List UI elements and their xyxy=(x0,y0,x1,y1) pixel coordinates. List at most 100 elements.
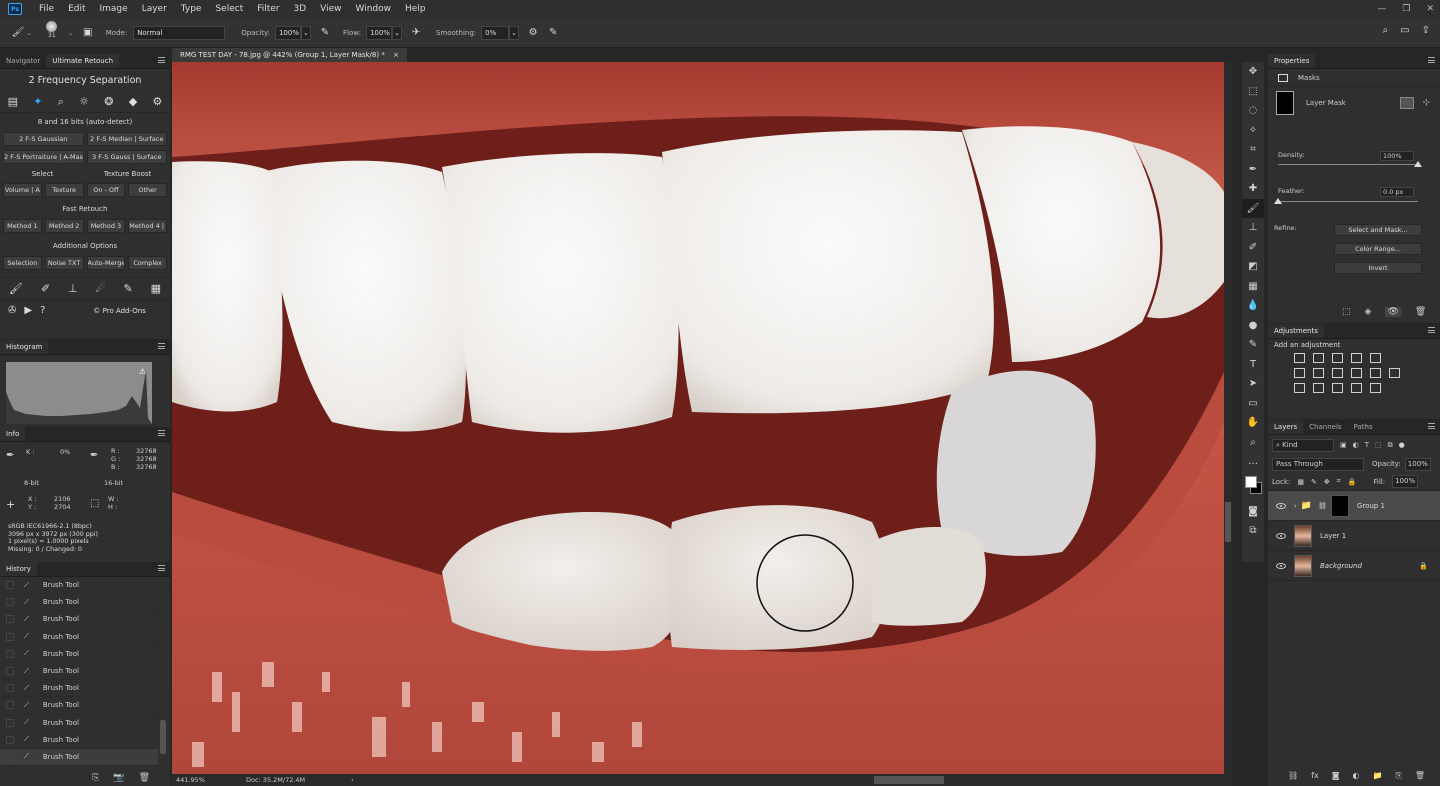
minimize-icon[interactable]: — xyxy=(1377,4,1386,14)
zoom-level[interactable]: 441.95% xyxy=(176,776,226,784)
fx-icon[interactable]: fx xyxy=(1311,771,1319,781)
color-circles-icon[interactable]: ❂ xyxy=(104,95,113,108)
aperture-icon[interactable]: ✇ xyxy=(8,305,16,316)
opacity-input[interactable]: 100% xyxy=(274,25,301,40)
texture-button[interactable]: Texture xyxy=(44,183,84,197)
rectangle-tool-icon[interactable]: ▭ xyxy=(1242,394,1264,414)
menu-view[interactable]: View xyxy=(313,4,348,14)
add-mask-icon[interactable]: ◙ xyxy=(1332,771,1340,781)
history-item[interactable]: ⟋ Brush Tool xyxy=(0,577,158,595)
grid-icon[interactable]: ▦ xyxy=(151,282,161,295)
mode-select[interactable]: Normal xyxy=(133,25,226,40)
tab-ultimate-retouch[interactable]: Ultimate Retouch xyxy=(46,54,120,68)
tab-channels[interactable]: Channels xyxy=(1303,420,1347,434)
chevron-down-icon[interactable]: ⌄ xyxy=(68,29,74,37)
tab-history[interactable]: History xyxy=(0,562,37,576)
feather-slider[interactable] xyxy=(1278,201,1418,202)
brush-icon[interactable]: 🖌 xyxy=(9,282,23,295)
history-snapshot-checkbox[interactable] xyxy=(6,718,14,727)
history-item[interactable]: ⟋ Brush Tool xyxy=(0,663,158,681)
menu-layer[interactable]: Layer xyxy=(135,4,174,14)
brush-preset-picker[interactable]: 31 xyxy=(42,20,62,45)
density-input[interactable]: 100% xyxy=(1380,151,1414,161)
lock-all-icon[interactable]: 🔒 xyxy=(1348,478,1357,486)
layer-row-layer-1[interactable]: Layer 1 xyxy=(1268,521,1440,551)
tab-layers[interactable]: Layers xyxy=(1268,420,1304,434)
type-filter-icon[interactable]: T xyxy=(1365,441,1369,449)
menu-image[interactable]: Image xyxy=(93,4,135,14)
hue-saturation-icon[interactable] xyxy=(1294,368,1305,378)
volume-button[interactable]: Volume | A xyxy=(3,183,42,197)
method-1-button[interactable]: Method 1 xyxy=(3,219,42,233)
canvas[interactable] xyxy=(172,62,1224,774)
sparkle-icon[interactable]: ✦ xyxy=(33,95,42,108)
history-brush-tool-icon[interactable]: ✐ xyxy=(1242,238,1264,258)
other-button[interactable]: Other xyxy=(128,183,167,197)
marquee-tool-icon[interactable]: ⬚ xyxy=(1242,82,1264,102)
feather-input[interactable]: 0.0 px xyxy=(1380,187,1414,197)
smart-object-filter-icon[interactable]: ⧉ xyxy=(1388,441,1393,450)
panel-menu-icon[interactable] xyxy=(158,57,165,63)
panel-menu-icon[interactable] xyxy=(158,343,165,349)
history-snapshot-checkbox[interactable] xyxy=(6,615,14,624)
foreground-color-swatch[interactable] xyxy=(1245,475,1257,488)
filter-toggle-icon[interactable]: ● xyxy=(1399,441,1405,449)
invert-button[interactable]: Invert xyxy=(1334,262,1422,274)
pixel-mask-icon[interactable] xyxy=(1400,97,1415,109)
camera-icon[interactable]: 📷 xyxy=(113,773,124,783)
vertical-scrollbar[interactable] xyxy=(1224,62,1232,774)
vertical-scroll-thumb[interactable] xyxy=(1225,502,1231,542)
tab-navigator[interactable]: Navigator xyxy=(0,54,46,68)
layer-row-background[interactable]: Background 🔒 xyxy=(1268,551,1440,581)
menu-3d[interactable]: 3D xyxy=(287,4,314,14)
visibility-eye-icon[interactable] xyxy=(1276,562,1286,569)
history-snapshot-checkbox[interactable] xyxy=(6,752,14,761)
selection-button[interactable]: Selection xyxy=(3,256,42,270)
menu-file[interactable]: File xyxy=(32,4,61,14)
trash-icon[interactable]: 🗑 xyxy=(1415,307,1426,317)
history-item[interactable]: ⟋ Brush Tool xyxy=(0,680,158,698)
flow-input[interactable]: 100% xyxy=(365,25,392,40)
fs-3-gauss-button[interactable]: 3 F-S Gauss | Surface xyxy=(86,150,167,164)
pen-tool-icon[interactable]: ✎ xyxy=(1242,335,1264,355)
history-snapshot-checkbox[interactable] xyxy=(6,701,14,710)
lock-position-icon[interactable]: ✥ xyxy=(1324,478,1330,486)
eye-icon[interactable]: 👁 xyxy=(1385,307,1401,317)
color-range-button[interactable]: Color Range... xyxy=(1334,243,1422,255)
healing-brush-tool-icon[interactable]: ✚ xyxy=(1242,179,1264,199)
history-snapshot-checkbox[interactable] xyxy=(6,667,14,676)
new-group-icon[interactable]: 📁 xyxy=(1372,771,1382,781)
crop-tool-icon[interactable]: ⌗ xyxy=(1242,140,1264,160)
link-layers-icon[interactable]: ⛓ xyxy=(1288,771,1298,781)
panel-menu-icon[interactable] xyxy=(1428,327,1435,333)
density-slider[interactable] xyxy=(1278,164,1418,165)
hand-tool-icon[interactable]: ✋ xyxy=(1242,413,1264,433)
pressure-size-icon[interactable]: ✎ xyxy=(545,25,561,41)
layer-row-group-1[interactable]: › 📁 ⛓ Group 1 xyxy=(1268,491,1440,521)
feather-slider-handle[interactable] xyxy=(1274,198,1282,204)
menu-type[interactable]: Type xyxy=(174,4,209,14)
quick-mask-icon[interactable]: ◙ xyxy=(1242,502,1264,522)
history-snapshot-checkbox[interactable] xyxy=(6,684,14,693)
path-selection-tool-icon[interactable]: ➤ xyxy=(1242,374,1264,394)
levels-icon[interactable] xyxy=(1313,353,1324,363)
noise-txt-button[interactable]: Noise TXT xyxy=(44,256,84,270)
load-selection-icon[interactable]: ⬚ xyxy=(1342,307,1351,317)
lock-transparent-icon[interactable]: ▦ xyxy=(1297,478,1304,486)
auto-merge-button[interactable]: Auto-Merge xyxy=(86,256,126,270)
adjustment-filter-icon[interactable]: ◐ xyxy=(1353,441,1359,449)
new-layer-icon[interactable]: ⎘ xyxy=(1395,771,1401,781)
tab-histogram[interactable]: Histogram xyxy=(0,340,49,354)
gradient-tool-icon[interactable]: ▦ xyxy=(1242,277,1264,297)
new-document-icon[interactable]: ⎘ xyxy=(92,773,99,783)
diamond-icon[interactable]: ◆ xyxy=(129,95,137,108)
lock-artboard-icon[interactable]: ⌗ xyxy=(1337,477,1341,486)
chevron-down-icon[interactable]: ⌄ xyxy=(391,25,402,40)
layer-opacity-input[interactable]: 100% xyxy=(1404,457,1431,471)
share-icon[interactable]: ⇪ xyxy=(1422,25,1430,36)
brightness-contrast-icon[interactable] xyxy=(1294,353,1305,363)
brush-settings-icon[interactable]: ▣ xyxy=(80,25,96,41)
brush-tool-icon[interactable]: 🖌 xyxy=(10,25,26,41)
history-snapshot-checkbox[interactable] xyxy=(6,735,14,744)
lasso-tool-icon[interactable]: ◌ xyxy=(1242,101,1264,121)
